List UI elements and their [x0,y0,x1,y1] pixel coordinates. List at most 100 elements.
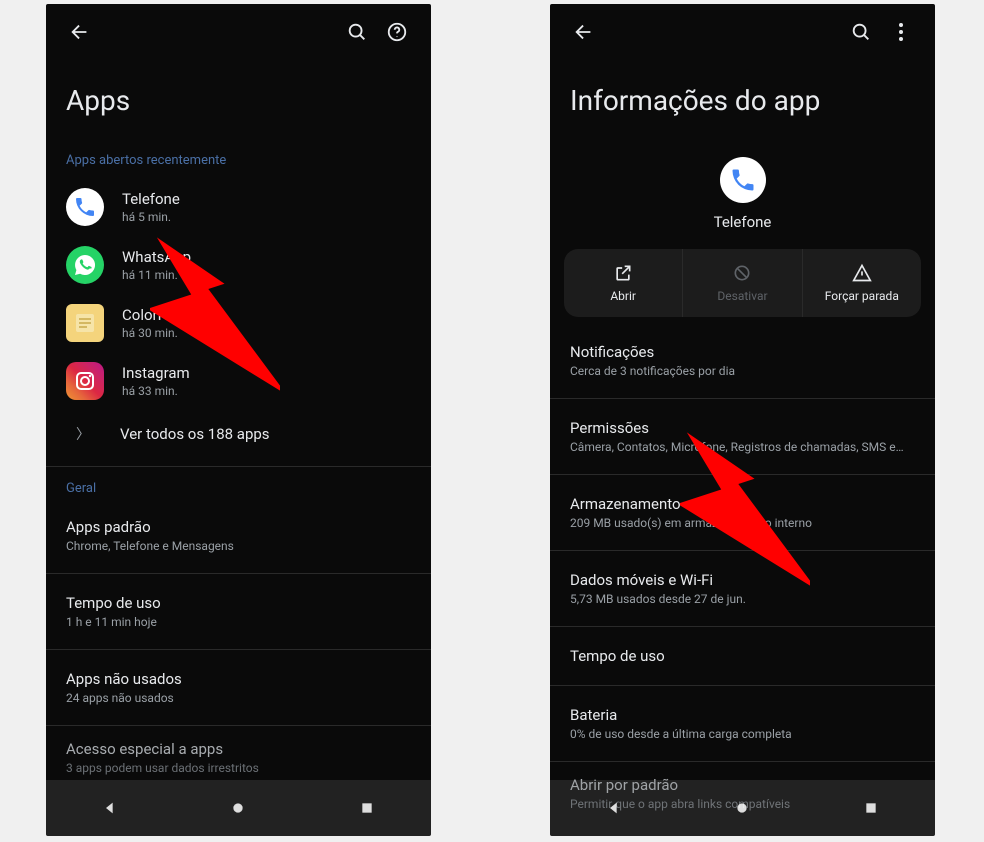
telefone-app-icon [66,188,104,226]
divider [550,474,935,475]
setting-sub: 5,73 MB usados desde 27 de jun. [570,592,915,606]
divider [46,649,431,650]
force-stop-button[interactable]: Forçar parada [803,249,921,317]
see-all-label: Ver todos os 188 apps [120,425,270,443]
setting-sub: Câmera, Contatos, Microfone, Registros d… [570,440,915,454]
unused-apps-row[interactable]: Apps não usados 24 apps não usados [46,658,431,717]
system-nav-bar [550,780,935,836]
app-name-label: Instagram [122,364,190,382]
nav-back-icon [606,800,622,816]
storage-row[interactable]: Armazenamento e cache 209 MB usado(s) em… [550,483,935,542]
app-row-telefone[interactable]: Telefone há 5 min. [46,178,431,236]
nav-home[interactable] [218,788,258,828]
back-button[interactable] [60,12,100,52]
setting-title: Armazenamento e cache [570,495,915,513]
setting-sub: Chrome, Telefone e Mensagens [66,539,411,553]
setting-title: Apps padrão [66,518,411,536]
divider [550,626,935,627]
nav-home[interactable] [722,788,762,828]
help-icon [386,21,408,43]
open-icon [613,263,633,283]
setting-title: Permissões [570,419,915,437]
setting-sub: 1 h e 11 min hoje [66,615,411,629]
setting-sub: 0% de uso desde a última carga completa [570,727,915,741]
setting-title: Acesso especial a apps [66,740,411,758]
instagram-app-icon [66,362,104,400]
app-row-whatsapp[interactable]: WhatsApp há 11 min. [46,236,431,294]
app-name-label: Telefone [122,190,180,208]
app-header: Telefone [550,147,935,249]
search-icon [346,21,368,43]
colornote-app-icon [66,304,104,342]
force-stop-label: Forçar parada [825,289,899,303]
setting-title: Apps não usados [66,670,411,688]
setting-title: Bateria [570,706,915,724]
top-bar [550,4,935,60]
app-sub-label: há 33 min. [122,384,190,398]
section-recent-label: Apps abertos recentemente [46,147,431,178]
more-button[interactable] [881,12,921,52]
system-nav-bar [46,780,431,836]
divider [550,761,935,762]
app-sub-label: há 11 min. [122,268,191,282]
divider [46,466,431,467]
special-access-row[interactable]: Acesso especial a apps 3 apps podem usar… [46,734,431,775]
setting-sub: 209 MB usado(s) em armazenamento interno [570,516,915,530]
action-card: Abrir Desativar Forçar parada [564,249,921,317]
nav-recent[interactable] [347,788,387,828]
chevron-right-icon: 〉 [76,424,90,444]
disable-label: Desativar [717,289,767,303]
setting-title: Notificações [570,343,915,361]
battery-row[interactable]: Bateria 0% de uso desde a última carga c… [550,694,935,753]
warning-icon [852,263,872,283]
note-icon [73,311,97,335]
setting-title: Tempo de uso [570,647,915,665]
whatsapp-app-icon [66,246,104,284]
help-button[interactable] [377,12,417,52]
notifications-row[interactable]: Notificações Cerca de 3 notificações por… [550,331,935,390]
app-row-instagram[interactable]: Instagram há 33 min. [46,352,431,410]
nav-back-icon [102,800,118,816]
phone-icon [73,195,97,219]
arrow-left-icon [573,21,595,43]
instagram-icon [73,369,97,393]
divider [550,550,935,551]
app-name-label: ColorNote [122,306,190,324]
screen-apps-list: Apps Apps abertos recentemente Telefone … [46,4,431,836]
nav-back[interactable] [90,788,130,828]
setting-title: Dados móveis e Wi-Fi [570,571,915,589]
back-button[interactable] [564,12,604,52]
search-icon [850,21,872,43]
nav-recent[interactable] [851,788,891,828]
app-row-colornote[interactable]: ColorNote há 30 min. [46,294,431,352]
search-button[interactable] [337,12,377,52]
app-sub-label: há 5 min. [122,210,180,224]
disable-button: Desativar [683,249,801,317]
app-header-name: Telefone [714,213,772,231]
block-icon [732,263,752,283]
default-apps-row[interactable]: Apps padrão Chrome, Telefone e Mensagens [46,506,431,565]
divider [550,398,935,399]
data-row[interactable]: Dados móveis e Wi-Fi 5,73 MB usados desd… [550,559,935,618]
screen-time-row[interactable]: Tempo de uso [550,635,935,677]
more-vert-icon [899,23,903,41]
nav-recent-icon [863,800,879,816]
screen-time-row[interactable]: Tempo de uso 1 h e 11 min hoje [46,582,431,641]
top-bar [46,4,431,60]
setting-sub: 3 apps podem usar dados irrestritos [66,761,411,775]
screen-app-info: Informações do app Telefone Abrir Desati… [550,4,935,836]
whatsapp-icon [73,253,97,277]
setting-title: Tempo de uso [66,594,411,612]
see-all-apps[interactable]: 〉 Ver todos os 188 apps [46,410,431,458]
app-header-icon [720,157,766,203]
search-button[interactable] [841,12,881,52]
permissions-row[interactable]: Permissões Câmera, Contatos, Microfone, … [550,407,935,466]
nav-back[interactable] [594,788,634,828]
divider [550,685,935,686]
open-button[interactable]: Abrir [564,249,682,317]
nav-home-icon [230,800,246,816]
nav-home-icon [734,800,750,816]
nav-recent-icon [359,800,375,816]
divider [46,573,431,574]
app-sub-label: há 30 min. [122,326,190,340]
